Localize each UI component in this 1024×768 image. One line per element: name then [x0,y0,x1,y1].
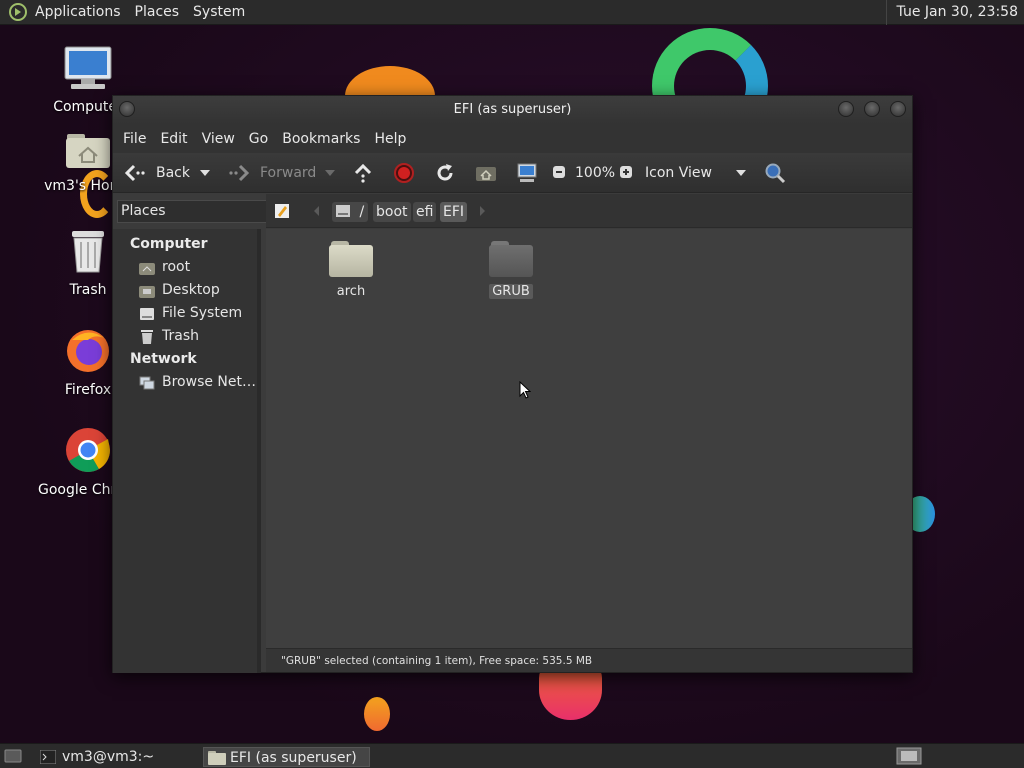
close-button[interactable] [890,101,906,117]
breadcrumb-efi[interactable]: efi [413,202,437,222]
taskbar-item-terminal[interactable]: vm3@vm3:~ [36,747,196,767]
view-mode-select[interactable]: Icon View [645,165,712,181]
window-menu-button[interactable] [119,101,135,117]
taskbar-item-file-manager[interactable]: EFI (as superuser) [203,747,370,767]
sidebar-heading-network: Network [130,351,197,367]
sidebar-type-label: Places [121,203,166,219]
up-arrow-icon[interactable] [353,163,373,183]
sidebar-item-label: Trash [162,328,199,344]
sidebar-item-label: Browse Net… [162,374,257,390]
reload-icon[interactable] [435,163,455,183]
home-folder-icon [66,134,110,168]
sidebar-item-file-system[interactable]: File System [113,302,257,325]
sidebar-item-label: File System [162,305,243,321]
zoom-level[interactable]: 100% [575,165,615,181]
trash-icon [141,329,153,344]
forward-arrow-icon [229,164,250,181]
drive-icon [140,307,154,320]
edit-location-icon[interactable] [274,203,290,219]
places-menu[interactable]: Places [128,0,187,25]
search-icon[interactable] [764,162,786,184]
sidebar-item-browse-network[interactable]: Browse Net… [113,371,257,394]
stop-icon[interactable] [394,163,414,183]
window-title: EFI (as superuser) [453,102,572,117]
back-label: Back [156,164,190,181]
menu-go[interactable]: Go [242,131,275,147]
menu-view[interactable]: View [195,131,242,147]
forward-label: Forward [260,164,317,181]
network-icon [139,376,155,389]
mouse-cursor-icon [519,381,531,399]
file-item-arch[interactable]: arch [301,241,401,299]
menu-bookmarks[interactable]: Bookmarks [275,131,367,147]
bottom-panel: vm3@vm3:~ EFI (as superuser) [0,743,1024,768]
trash-icon [72,231,104,273]
file-name: arch [336,284,366,299]
show-desktop-icon[interactable] [4,748,22,764]
file-manager-window: EFI (as superuser) File Edit View Go Boo… [112,95,913,673]
drive-icon [336,205,350,217]
forward-button[interactable]: Forward [227,163,316,183]
folder-icon [208,751,226,765]
sidebar-heading-computer: Computer [130,236,208,252]
back-button[interactable]: Back [123,163,190,183]
breadcrumb-root[interactable]: / [332,202,369,222]
zoom-in-icon[interactable] [619,165,633,179]
chrome-icon [66,428,110,472]
breadcrumb-boot[interactable]: boot [373,202,411,222]
forward-history-dropdown[interactable] [325,170,335,176]
terminal-icon [40,750,56,764]
sidebar: Computer root Desktop File System Trash … [113,229,261,673]
path-bar: / boot efi EFI [266,194,912,228]
wallpaper-small-orange-shape [364,697,390,731]
sidebar-item-label: Desktop [162,282,220,298]
menu-edit[interactable]: Edit [153,131,194,147]
breadcrumb-efi-current[interactable]: EFI [440,202,468,222]
back-arrow-icon [124,164,145,181]
back-history-dropdown[interactable] [200,170,210,176]
view-mode-dropdown[interactable] [736,170,746,176]
sidebar-item-desktop[interactable]: Desktop [113,279,257,302]
path-scroll-right-icon[interactable] [478,205,486,217]
workspace-switcher-icon[interactable] [896,747,922,765]
minimize-button[interactable] [838,101,854,117]
computer-icon [64,46,112,89]
zoom-out-icon[interactable] [552,165,566,179]
file-name: GRUB [489,284,533,299]
home-icon[interactable] [475,163,497,183]
applications-menu[interactable]: Applications [28,0,128,25]
sidebar-item-label: root [162,259,191,275]
sidebar-item-root[interactable]: root [113,256,257,279]
window-titlebar[interactable]: EFI (as superuser) [113,96,912,124]
firefox-icon [67,330,109,372]
toolbar: Back Forward 100% Icon View [113,153,912,193]
home-icon [139,262,155,275]
file-view: arch GRUB [266,229,912,648]
maximize-button[interactable] [864,101,880,117]
breadcrumb-label: / [359,204,365,220]
computer-icon[interactable] [516,162,538,184]
taskbar-item-label: EFI (as superuser) [230,750,357,766]
menu-help[interactable]: Help [367,131,413,147]
file-item-grub[interactable]: GRUB [461,241,561,299]
clock[interactable]: Tue Jan 30, 23:58 [885,0,1024,25]
top-panel: Applications Places System Tue Jan 30, 2… [0,0,1024,25]
folder-icon [489,241,533,277]
sidebar-item-trash[interactable]: Trash [113,325,257,348]
folder-icon [329,241,373,277]
menu-file[interactable]: File [116,131,153,147]
taskbar-item-label: vm3@vm3:~ [62,749,155,765]
path-scroll-left-icon[interactable] [313,205,321,217]
status-bar: "GRUB" selected (containing 1 item), Fre… [266,648,912,672]
system-menu[interactable]: System [186,0,252,25]
mate-logo-icon[interactable] [8,2,28,22]
menubar: File Edit View Go Bookmarks Help [113,124,912,153]
desktop-icon [139,285,155,298]
